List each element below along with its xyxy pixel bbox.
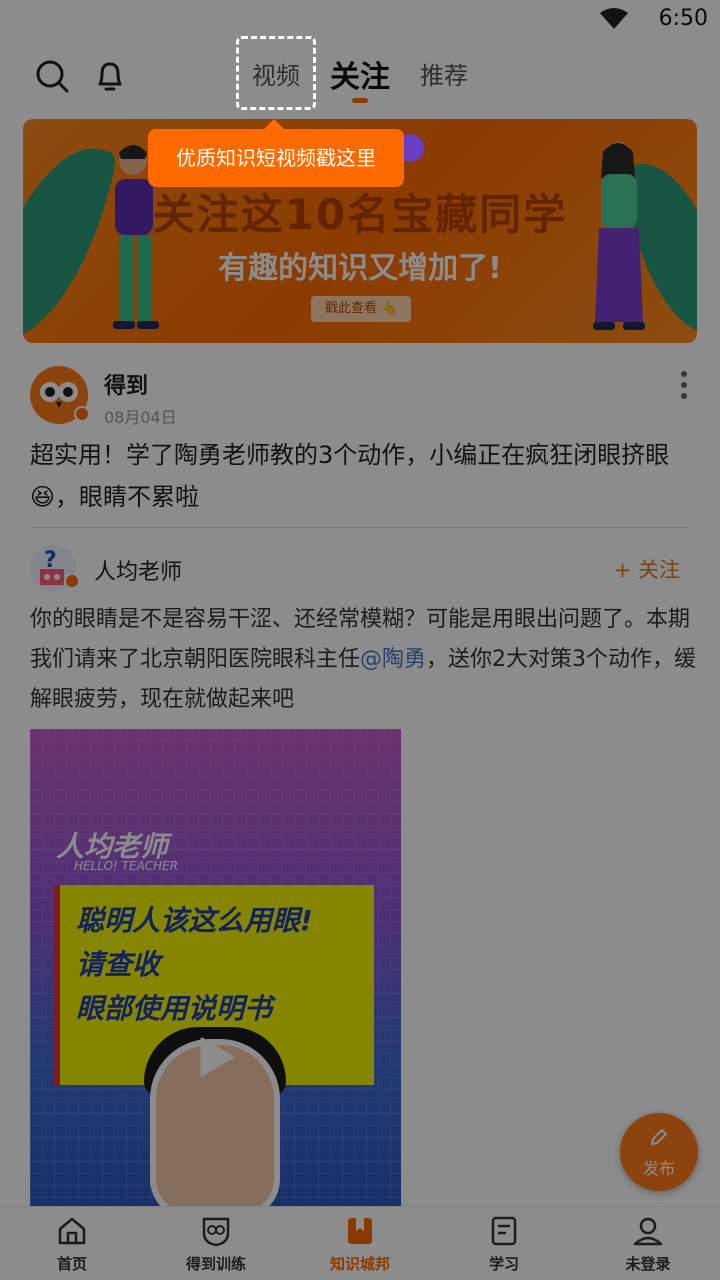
highlight-video-tab[interactable] [236,36,316,110]
video-title-line: 请查收 [76,948,161,981]
top-nav: 视频 关注 推荐 [0,40,720,112]
bookmark-book-icon [348,1218,372,1244]
home-icon [58,1217,86,1245]
person-icon [633,1217,663,1246]
nav-item-knowledge-city[interactable]: 知识城邦 [288,1207,432,1280]
document-icon [491,1216,517,1246]
nav-label: 知识城邦 [329,1255,390,1273]
follow-button[interactable]: + 关注 [614,554,680,584]
coach-tooltip[interactable]: 优质知识短视频戳这里 [148,119,404,187]
post-author[interactable]: 得到 [104,368,148,400]
publish-button[interactable]: 发布 [620,1113,698,1191]
status-time: 6:50 [658,6,708,31]
nav-item-learn[interactable]: 学习 [432,1207,576,1280]
banner-cta-button[interactable]: 戳此查看 👆 [311,296,411,322]
post-date: 08月04日 [104,408,177,427]
bell-icon[interactable] [90,56,130,96]
search-icon[interactable] [32,56,72,96]
quoted-post-header: ? 人均老师 + 关注 [30,545,690,593]
more-options-icon[interactable] [680,370,688,400]
post-text: 超实用！学了陶勇老师教的3个动作，小编正在疯狂闭眼挤眼😆，眼睛不累啦 [30,441,670,511]
play-icon[interactable] [198,1037,234,1077]
pen-icon [651,1129,667,1145]
bottom-nav: 首页 得到训练 知识城邦 学习 未登录 [0,1206,720,1280]
banner-headline: 关注这10名宝藏同学 [152,190,568,239]
status-bar: 6:50 [0,0,720,36]
nav-label: 得到训练 [185,1255,246,1273]
nav-label: 未登录 [625,1255,671,1273]
quoted-author[interactable]: 人均老师 [94,554,182,586]
divider [30,527,690,528]
nav-item-training[interactable]: 得到训练 [144,1207,288,1280]
publish-label: 发布 [642,1159,675,1178]
nav-label: 首页 [56,1255,87,1273]
verified-badge-icon [74,406,90,422]
owl-shield-icon [202,1217,230,1247]
nav-item-account[interactable]: 未登录 [576,1207,720,1280]
quoted-text: 你的眼睛是不是容易干涩、还经常模糊？可能是用眼出问题了。本期我们请来了北京朝阳医… [30,600,700,720]
active-tab-indicator [352,98,368,103]
video-thumbnail[interactable]: 人均老师 HELLO! TEACHER 聪明人该这么用眼! 请查收 眼部使用说明… [30,729,401,1209]
wifi-icon [600,8,628,29]
video-title-line: 眼部使用说明书 [76,992,273,1025]
banner-subline: 有趣的知识又增加了! [218,251,502,286]
nav-label: 学习 [488,1255,519,1273]
tab-following[interactable]: 关注 [330,52,390,96]
video-brand-sub: HELLO! TEACHER [74,859,179,873]
mention-link[interactable]: @陶勇 [360,647,426,672]
tab-recommend[interactable]: 推荐 [420,56,468,91]
post-header: 得到 08月04日 [30,366,700,427]
verified-badge-icon [64,573,80,589]
nav-item-home[interactable]: 首页 [0,1207,144,1280]
video-title-line: 聪明人该这么用眼! [76,904,313,937]
